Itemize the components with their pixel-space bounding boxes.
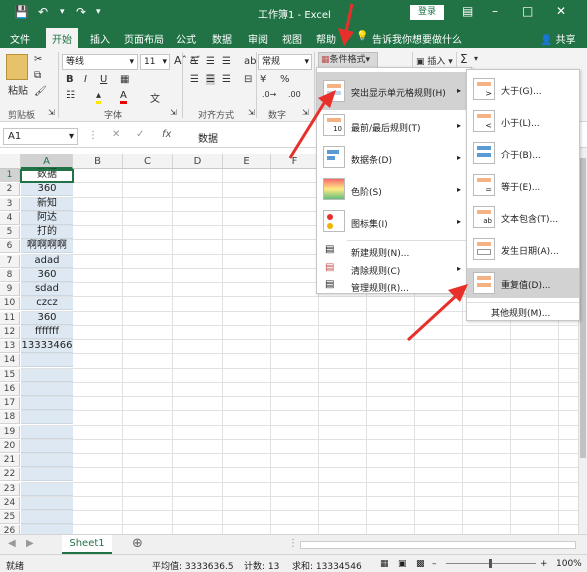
arrow-to-highlight-rules <box>288 99 328 159</box>
arrow-to-help-tab <box>344 3 354 33</box>
annotation-arrows <box>288 3 468 342</box>
arrow-head <box>338 28 354 46</box>
arrow-to-duplicate-values <box>406 294 458 342</box>
arrow-head <box>318 90 336 108</box>
